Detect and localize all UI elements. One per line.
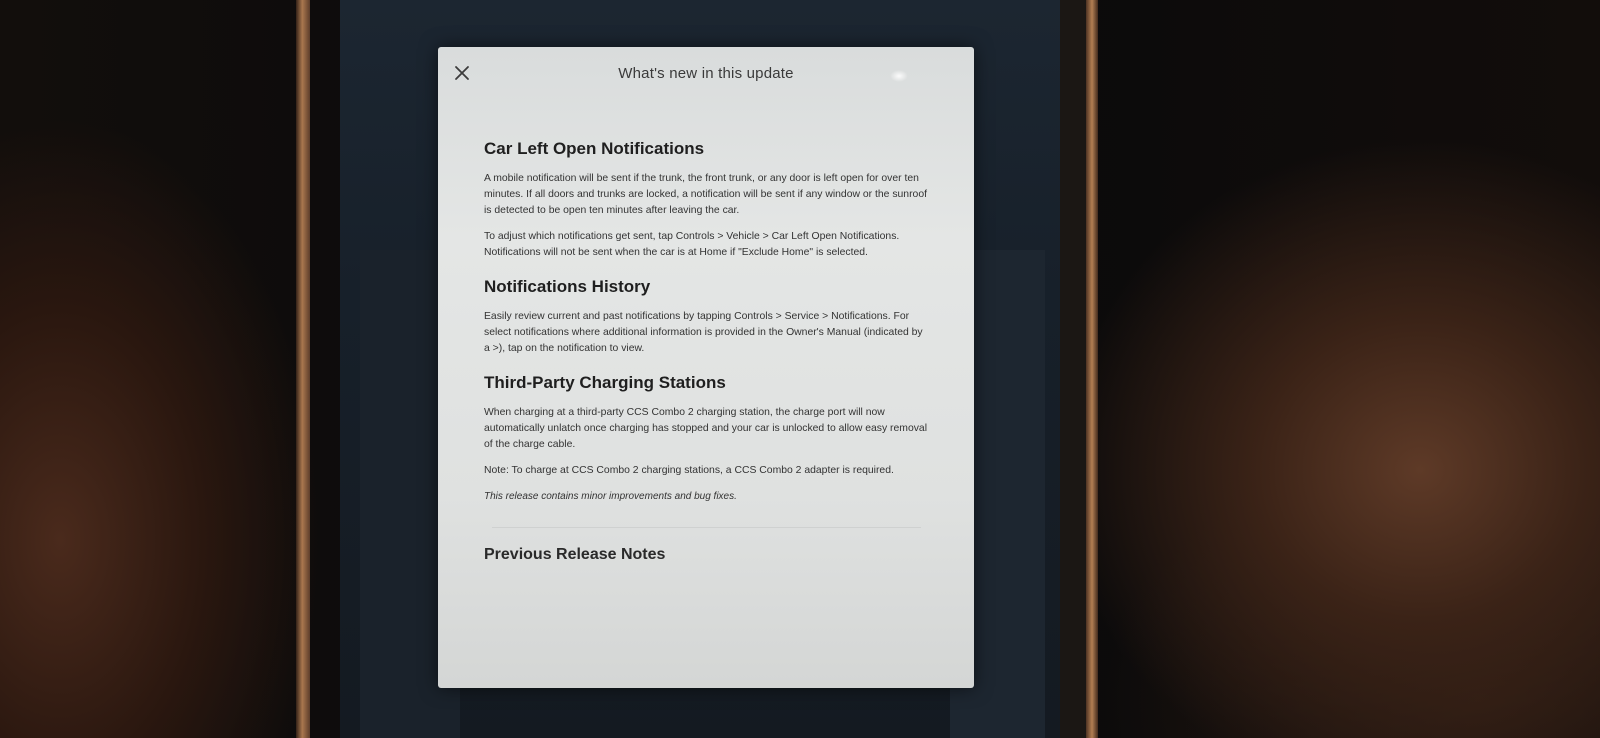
section-notifications-history: Notifications History Easily review curr…	[484, 277, 929, 357]
section-paragraph: Easily review current and past notificat…	[484, 311, 923, 354]
section-heading: Car Left Open Notifications	[484, 139, 705, 158]
release-notes-dialog: What's new in this update Car Left Open …	[438, 47, 974, 688]
minor-improvements-note: This release contains minor improvements…	[484, 491, 737, 502]
section-heading: Notifications History	[484, 277, 651, 296]
section-paragraph: Note: To charge at CCS Combo 2 charging …	[484, 465, 894, 476]
screen-glare	[890, 70, 908, 82]
car-interior-scene: What's new in this update Car Left Open …	[0, 0, 1600, 738]
section-car-left-open: Car Left Open Notifications A mobile not…	[484, 139, 929, 261]
section-paragraph: A mobile notification will be sent if th…	[484, 173, 927, 216]
console-pillar-right	[1060, 0, 1086, 738]
wood-trim-left	[296, 0, 310, 738]
section-paragraph: When charging at a third-party CCS Combo…	[484, 407, 928, 450]
section-paragraph: To adjust which notifications get sent, …	[484, 231, 900, 258]
divider	[492, 527, 921, 528]
section-heading: Third-Party Charging Stations	[484, 373, 726, 392]
section-third-party-charging: Third-Party Charging Stations When charg…	[484, 373, 929, 505]
release-notes-content[interactable]: Car Left Open Notifications A mobile not…	[484, 139, 929, 564]
wood-trim-right	[1086, 0, 1098, 738]
previous-release-notes-link[interactable]: Previous Release Notes	[484, 546, 665, 564]
